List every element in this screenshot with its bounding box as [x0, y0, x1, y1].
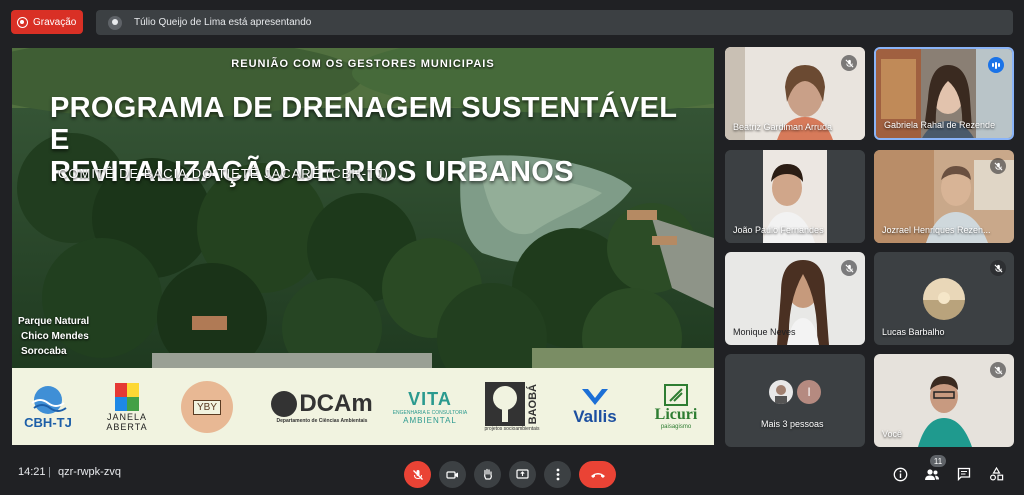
logo-licuri-sub: paisagismo: [660, 424, 692, 430]
camera-toggle-button[interactable]: [439, 461, 466, 488]
speaking-indicator-icon: [988, 57, 1004, 73]
leaf-icon: [664, 384, 688, 406]
meeting-code: qzr-rwpk-zvq: [58, 466, 121, 478]
slide-committee: COMITÊ DE BACIA DO TIETÊ JACARÉ (CBH-TJ): [58, 166, 389, 181]
tree-icon: [485, 382, 525, 426]
present-screen-icon: [516, 469, 529, 479]
participant-name: Gabriela Rahal de Rezende: [884, 120, 996, 130]
participant-name: Lucas Barbalho: [882, 327, 945, 337]
mic-toggle-button[interactable]: [404, 461, 431, 488]
recording-button[interactable]: Gravação: [11, 10, 83, 34]
slide-subtitle: REUNIÃO COM OS GESTORES MUNICIPAIS: [231, 58, 495, 70]
mic-off-icon: [841, 260, 857, 276]
people-icon: [925, 468, 939, 480]
logo-vita-text: VITA: [408, 389, 452, 409]
logo-dcam-sub: Departamento de Ciências Ambientais: [276, 418, 368, 424]
participant-name: Monique Neves: [733, 327, 796, 337]
raise-hand-button[interactable]: [474, 461, 501, 488]
baoba-mark: BAOBÁ: [485, 382, 539, 426]
present-now-button[interactable]: [509, 461, 536, 488]
meeting-separator: |: [48, 466, 51, 478]
presenting-text: Túlio Queijo de Lima está apresentando: [134, 17, 312, 28]
sponsor-logos: CBH-TJ JANELA ABERTA YBY DCAm Departamen…: [12, 368, 714, 445]
meet-window: Gravação Túlio Queijo de Lima está apres…: [0, 0, 1024, 495]
activities-icon: [989, 467, 1003, 481]
place-line-2: Chico Mendes: [21, 331, 89, 342]
camera-icon: [446, 470, 458, 479]
participant-name: Você: [882, 429, 903, 439]
more-participants-label: Mais 3 pessoas: [761, 419, 824, 429]
logo-vallis-text: Vallis: [573, 407, 617, 426]
hand-icon: [483, 468, 492, 480]
globe-icon: [31, 385, 67, 414]
avatar-initial: I: [807, 385, 811, 399]
meeting-time: 14:21: [18, 466, 46, 478]
participant-name: Beatriz Gardiman Arruda: [733, 122, 833, 132]
presenter-avatar-icon: [108, 15, 122, 30]
mic-off-icon: [990, 158, 1006, 174]
avatar: I: [797, 380, 821, 404]
mic-off-icon: [841, 55, 857, 71]
logo-vita-sub-2: AMBIENTAL: [403, 416, 457, 425]
place-line-1: Parque Natural: [18, 316, 90, 327]
more-options-button[interactable]: [544, 461, 571, 488]
logo-yby: YBY: [177, 374, 237, 440]
participant-tile[interactable]: Jozrael Henriques Rezen...: [874, 150, 1014, 243]
mic-off-icon: [990, 362, 1006, 378]
vallis-v-icon: [582, 389, 608, 405]
logo-dcam-text: DCAm: [299, 390, 373, 417]
participant-tile-active[interactable]: Gabriela Rahal de Rezende: [874, 47, 1014, 140]
logo-cbh-text: CBH-TJ: [24, 414, 72, 430]
place-line-3: Sorocaba: [21, 346, 67, 357]
place-caption: Parque Natural Chico Mendes Sorocaba: [18, 314, 89, 359]
slide-title-line-1: PROGRAMA DE DRENAGEM SUSTENTÁVEL E: [50, 92, 677, 156]
avatar: [923, 278, 965, 320]
yby-circle: YBY: [181, 381, 233, 433]
people-button[interactable]: [922, 464, 942, 484]
self-tile[interactable]: Você: [874, 354, 1014, 447]
participant-tile[interactable]: Monique Neves: [725, 252, 865, 345]
logo-janela-text-1: JANELA: [106, 412, 147, 422]
participant-tile[interactable]: João Paulo Fernandes: [725, 150, 865, 243]
chat-icon: [957, 467, 971, 481]
logo-janela-text-2: ABERTA: [106, 422, 148, 432]
presenting-bar: Túlio Queijo de Lima está apresentando: [96, 10, 1013, 35]
shared-screen[interactable]: REUNIÃO COM OS GESTORES MUNICIPAIS PROGR…: [12, 48, 714, 445]
activities-button[interactable]: [986, 464, 1006, 484]
avatar: [769, 380, 793, 404]
participant-tile[interactable]: Lucas Barbalho: [874, 252, 1014, 345]
mic-off-icon: [412, 469, 423, 480]
dcam-mark: DCAm: [271, 390, 373, 418]
logo-dcam: DCAm Departamento de Ciências Ambientais: [262, 374, 382, 440]
logo-baoba: BAOBÁ projetos socioambientais: [474, 374, 550, 440]
more-vert-icon: [556, 468, 559, 481]
logo-yby-text: YBY: [192, 399, 221, 415]
logo-janela-aberta: JANELA ABERTA: [92, 374, 162, 440]
chat-button[interactable]: [954, 464, 974, 484]
logo-baoba-text: BAOBÁ: [527, 383, 539, 425]
recording-label: Gravação: [33, 16, 77, 28]
record-icon: [17, 16, 28, 28]
logo-cbh-tj: CBH-TJ: [12, 374, 84, 440]
dcam-icon: [271, 391, 298, 417]
participant-name: Jozrael Henriques Rezen...: [882, 225, 991, 235]
mic-off-icon: [990, 260, 1006, 276]
info-icon: [893, 467, 907, 481]
logo-licuri-text: Licuri: [654, 406, 698, 423]
logo-vita: VITA ENGENHARIA E CONSULTORIA AMBIENTAL: [390, 374, 470, 440]
logo-licuri: Licuri paisagismo: [642, 374, 710, 440]
meeting-details-button[interactable]: [890, 464, 910, 484]
logo-vallis: Vallis: [557, 374, 633, 440]
window-icon: [115, 383, 139, 411]
more-avatars: I: [769, 380, 821, 404]
hangup-icon: [590, 472, 605, 478]
participant-name: João Paulo Fernandes: [733, 225, 824, 235]
more-participants-tile[interactable]: I Mais 3 pessoas: [725, 354, 865, 447]
logo-baoba-sub: projetos socioambientais: [484, 426, 540, 432]
participant-tile[interactable]: Beatriz Gardiman Arruda: [725, 47, 865, 140]
leave-call-button[interactable]: [579, 461, 616, 488]
